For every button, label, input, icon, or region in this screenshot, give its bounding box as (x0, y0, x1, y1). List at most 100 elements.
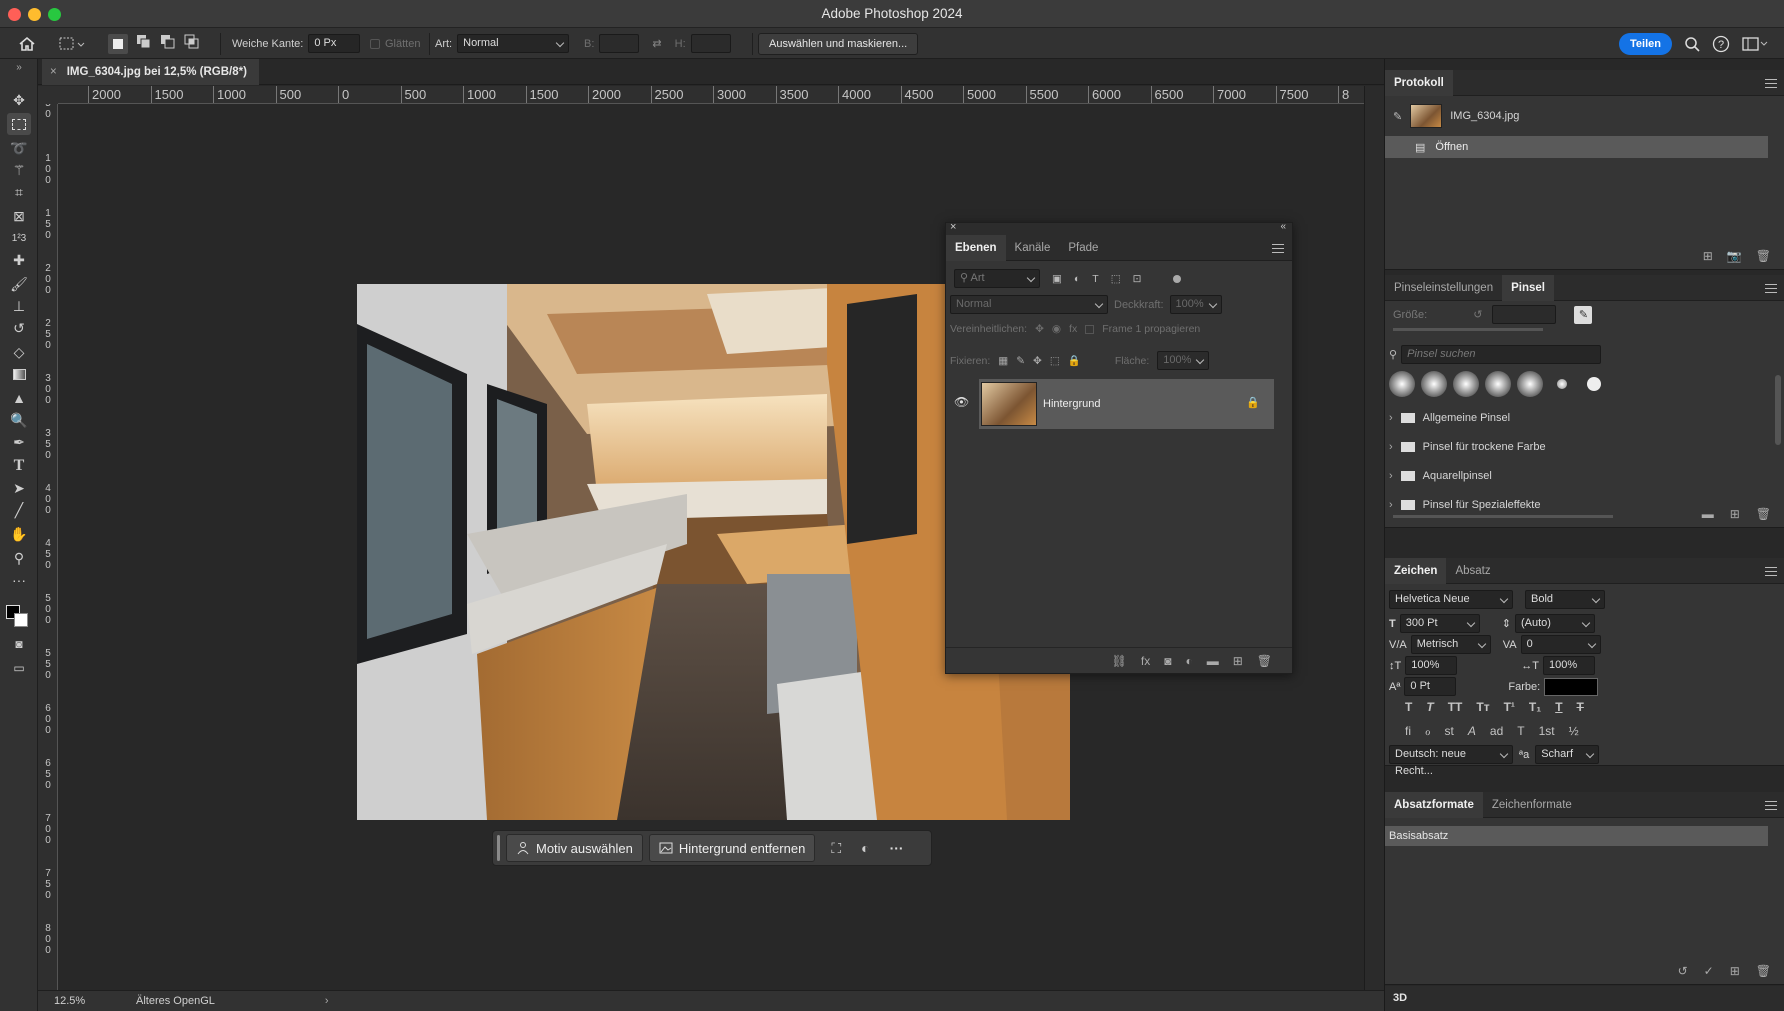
transform-icon[interactable]: ⛶ (831, 840, 841, 857)
unify-position-icon[interactable]: ✥ (1035, 323, 1044, 335)
help-icon[interactable]: ? (1712, 35, 1730, 53)
strikethrough-button[interactable]: T (1577, 700, 1584, 714)
move-tool-icon[interactable]: ✥ (7, 89, 31, 111)
height-input[interactable] (690, 34, 731, 53)
panel-menu-icon[interactable] (1765, 284, 1777, 293)
layer-style-icon[interactable]: fx (1141, 654, 1150, 668)
close-window-button[interactable] (8, 8, 21, 21)
tab-paths[interactable]: Pfade (1059, 235, 1107, 261)
lock-all-icon[interactable]: 🔒 (1068, 354, 1081, 367)
clear-override-icon[interactable]: ↺ (1678, 964, 1688, 978)
create-style-icon[interactable]: ⊞ (1730, 964, 1740, 978)
new-group-icon[interactable]: ▬ (1702, 507, 1714, 521)
history-snapshot[interactable]: ✎ IMG_6304.jpg (1393, 104, 1519, 128)
filter-pixel-icon[interactable]: ▣ (1052, 273, 1062, 285)
lasso-tool-icon[interactable]: ➰ (7, 137, 31, 159)
superscript-button[interactable]: T¹ (1504, 700, 1515, 714)
history-brush-tool-icon[interactable]: ↺ (7, 317, 31, 339)
healing-brush-tool-icon[interactable]: ✚ (7, 249, 31, 271)
marquee-preset-button[interactable] (58, 28, 86, 59)
search-icon[interactable] (1684, 36, 1700, 52)
font-family-select[interactable]: Helvetica Neue (1389, 590, 1513, 609)
language-select[interactable]: Deutsch: neue Recht... (1389, 745, 1513, 777)
brush-tool-icon[interactable]: 🖌 (7, 273, 31, 295)
remove-background-button[interactable]: Hintergrund entfernen (648, 834, 816, 862)
ligatures-button[interactable]: fi (1405, 724, 1411, 738)
tab-layers[interactable]: Ebenen (946, 234, 1006, 261)
brush-group[interactable]: › Allgemeine Pinsel (1389, 403, 1759, 432)
document-tab[interactable]: × IMG_6304.jpg bei 12,5% (RGB/8*) (42, 59, 259, 85)
snapshot-camera-icon[interactable]: 📷 (1727, 249, 1742, 263)
brush-preset[interactable] (1549, 371, 1575, 397)
new-brush-icon[interactable]: ✎ (1574, 305, 1593, 324)
vertical-scale-input[interactable]: 100% (1405, 656, 1458, 675)
screen-mode-icon[interactable]: ▭ (7, 657, 31, 679)
add-mask-icon[interactable]: ◙ (1164, 654, 1171, 668)
tab-brushes[interactable]: Pinsel (1502, 274, 1554, 301)
lock-position-icon[interactable]: ✥ (1033, 355, 1042, 367)
font-style-select[interactable]: Bold (1525, 590, 1605, 609)
workspace-icon[interactable] (1742, 36, 1768, 52)
drag-handle[interactable] (497, 835, 500, 861)
horizontal-scale-input[interactable]: 100% (1542, 656, 1595, 675)
filter-toggle-icon[interactable] (1173, 274, 1182, 283)
paragraph-style-item[interactable]: Basisabsatz (1385, 826, 1768, 846)
new-layer-icon[interactable]: ⊞ (1233, 654, 1243, 668)
link-layers-icon[interactable]: ⛓ (1112, 654, 1127, 668)
horizontal-ruler[interactable]: 2000 1500 1000 500 0 500 1000 1500 2000 2500 3000 3… (58, 86, 1364, 104)
delete-layer-icon[interactable]: 🗑 (1257, 654, 1272, 668)
propagate-checkbox[interactable] (1085, 324, 1095, 334)
vertical-ruler[interactable]: 50 100 150 200 250 300 350 400 450 500 550 600 650 70… (38, 104, 58, 990)
share-button[interactable]: Teilen (1619, 32, 1672, 55)
lock-image-icon[interactable]: ✎ (1016, 355, 1025, 367)
delete-state-icon[interactable]: 🗑 (1756, 249, 1771, 263)
redefine-style-icon[interactable]: ✓ (1704, 964, 1714, 978)
fill-input[interactable]: 100% (1157, 351, 1210, 370)
underline-button[interactable]: T (1555, 700, 1562, 714)
pen-tool-icon[interactable]: ✒ (7, 431, 31, 453)
font-size-input[interactable]: 300 Pt (1399, 614, 1480, 633)
blur-tool-icon[interactable]: ▲ (7, 387, 31, 409)
collapse-panel-icon[interactable]: « (1280, 221, 1286, 232)
reset-size-icon[interactable]: ↺ (1473, 308, 1482, 321)
small-caps-button[interactable]: Tт (1476, 700, 1489, 714)
filter-shape-icon[interactable]: ⬚ (1111, 273, 1121, 285)
discretionary-ligatures-button[interactable]: st (1445, 724, 1454, 738)
close-tab-icon[interactable]: × (50, 66, 57, 78)
panel-menu-icon[interactable] (1765, 79, 1777, 88)
more-tools-icon[interactable]: ··· (7, 569, 31, 591)
new-document-from-state-icon[interactable]: ⊞ (1703, 249, 1713, 263)
lock-transparent-icon[interactable]: ▦ (998, 355, 1008, 367)
tab-paragraph[interactable]: Absatz (1446, 558, 1499, 584)
magic-wand-tool-icon[interactable]: ⚚ (7, 159, 31, 181)
minimize-window-button[interactable] (28, 8, 41, 21)
brush-list-scrollbar[interactable] (1775, 375, 1781, 445)
blend-mode-select[interactable]: Normal (950, 295, 1108, 314)
width-input[interactable] (599, 34, 640, 53)
swash-button[interactable]: A (1468, 724, 1476, 738)
all-caps-button[interactable]: TT (1448, 700, 1463, 714)
delete-style-icon[interactable]: 🗑 (1756, 964, 1771, 978)
antialias-select[interactable]: Scharf (1535, 745, 1600, 764)
faux-italic-button[interactable]: T (1426, 700, 1433, 714)
stylistic-alternates-button[interactable]: ad (1490, 724, 1503, 738)
text-color-swatch[interactable] (1544, 677, 1599, 696)
tab-history[interactable]: Protokoll (1385, 69, 1453, 96)
tab-brush-settings[interactable]: Pinseleinstellungen (1385, 275, 1502, 301)
history-brush-source-icon[interactable]: ✎ (1393, 110, 1402, 123)
panel-menu-icon[interactable] (1765, 567, 1777, 576)
layer-name[interactable]: Hintergrund (1043, 398, 1100, 410)
ordinals-button[interactable]: 1st (1539, 724, 1555, 738)
more-options-icon[interactable]: ··· (890, 840, 904, 856)
unify-style-icon[interactable]: fx (1069, 323, 1077, 335)
adjustment-layer-icon[interactable]: ◐ (1185, 654, 1192, 668)
brush-preset[interactable] (1485, 371, 1511, 397)
unify-visibility-icon[interactable]: ◉ (1052, 323, 1061, 335)
zoom-level[interactable]: 12.5% (38, 995, 88, 1007)
add-selection-button[interactable] (136, 34, 152, 53)
antialias-checkbox[interactable] (370, 38, 380, 49)
tracking-input[interactable]: 0 (1520, 635, 1601, 654)
brush-preview-slider[interactable] (1393, 515, 1613, 518)
brush-preset[interactable] (1421, 371, 1447, 397)
visibility-eye-icon[interactable]: 👁 (954, 395, 969, 409)
